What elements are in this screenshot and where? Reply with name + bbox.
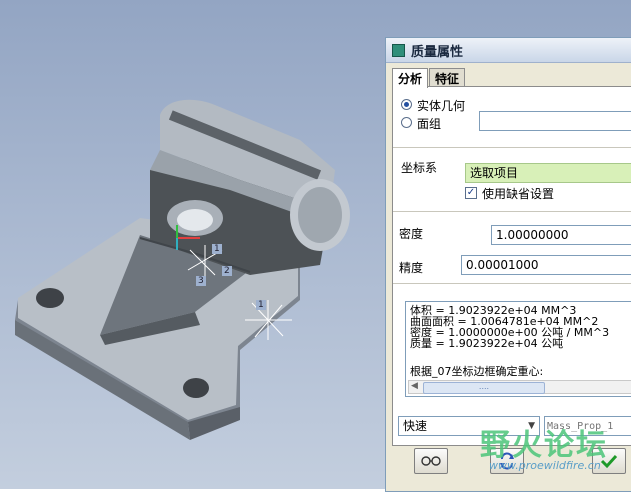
forum-watermark-url: www.proewildfire.cn (489, 459, 601, 472)
quilt-collector-field[interactable] (479, 111, 631, 131)
radio-quilt[interactable] (401, 117, 412, 128)
dialog-tabs: 分析 特征 (392, 68, 466, 88)
results-text-area[interactable]: 体积 = 1.9023922e+04 MM^3 曲面面积 = 1.0064781… (405, 301, 631, 397)
accuracy-label: 精度 (399, 261, 424, 275)
result-mass: 质量 = 1.9023922e+04 公吨 (410, 337, 564, 350)
preview-button[interactable] (414, 448, 448, 474)
radio-solid-geometry[interactable] (401, 99, 412, 110)
radio-quilt-label: 面组 (417, 117, 442, 131)
scroll-left-arrow-icon[interactable]: ◀ (411, 381, 418, 391)
divider (393, 211, 631, 212)
mode-select-value: 快速 (403, 419, 428, 433)
csys-label-2: 2 (222, 266, 232, 276)
density-input[interactable]: 1.00000000 (491, 225, 631, 245)
radio-solid-geometry-label: 实体几何 (417, 99, 466, 113)
scroll-thumb[interactable]: .... (423, 382, 545, 394)
density-label: 密度 (399, 227, 424, 241)
dialog-titlebar[interactable]: 质量属性 (386, 38, 631, 63)
dialog-title: 质量属性 (411, 44, 464, 60)
divider (393, 283, 631, 284)
point-label: 1 (256, 300, 266, 310)
glasses-icon (421, 456, 441, 466)
use-default-label: 使用缺省设置 (482, 187, 555, 201)
csys-collector[interactable]: 选取项目 (465, 163, 631, 183)
analysis-panel: 实体几何 面组 坐标系 选取项目 ✓ 使用缺省设置 密度 1.00000000 … (392, 86, 631, 446)
forum-watermark: 野火论坛 (480, 428, 608, 463)
tab-analysis[interactable]: 分析 (392, 68, 429, 88)
csys-label-3: 3 (196, 276, 206, 286)
divider (393, 147, 631, 148)
accuracy-input[interactable]: 0.00001000 (461, 255, 631, 275)
result-center-note: 根据_07坐标边框确定重心: (410, 365, 544, 378)
results-horizontal-scrollbar[interactable]: ◀ .... (408, 380, 631, 394)
tab-feature[interactable]: 特征 (429, 68, 466, 88)
use-default-checkbox[interactable]: ✓ (465, 187, 477, 199)
csys-label: 坐标系 (401, 161, 438, 175)
csys-label-1: 1 (212, 244, 222, 254)
dialog-app-icon (392, 43, 405, 57)
